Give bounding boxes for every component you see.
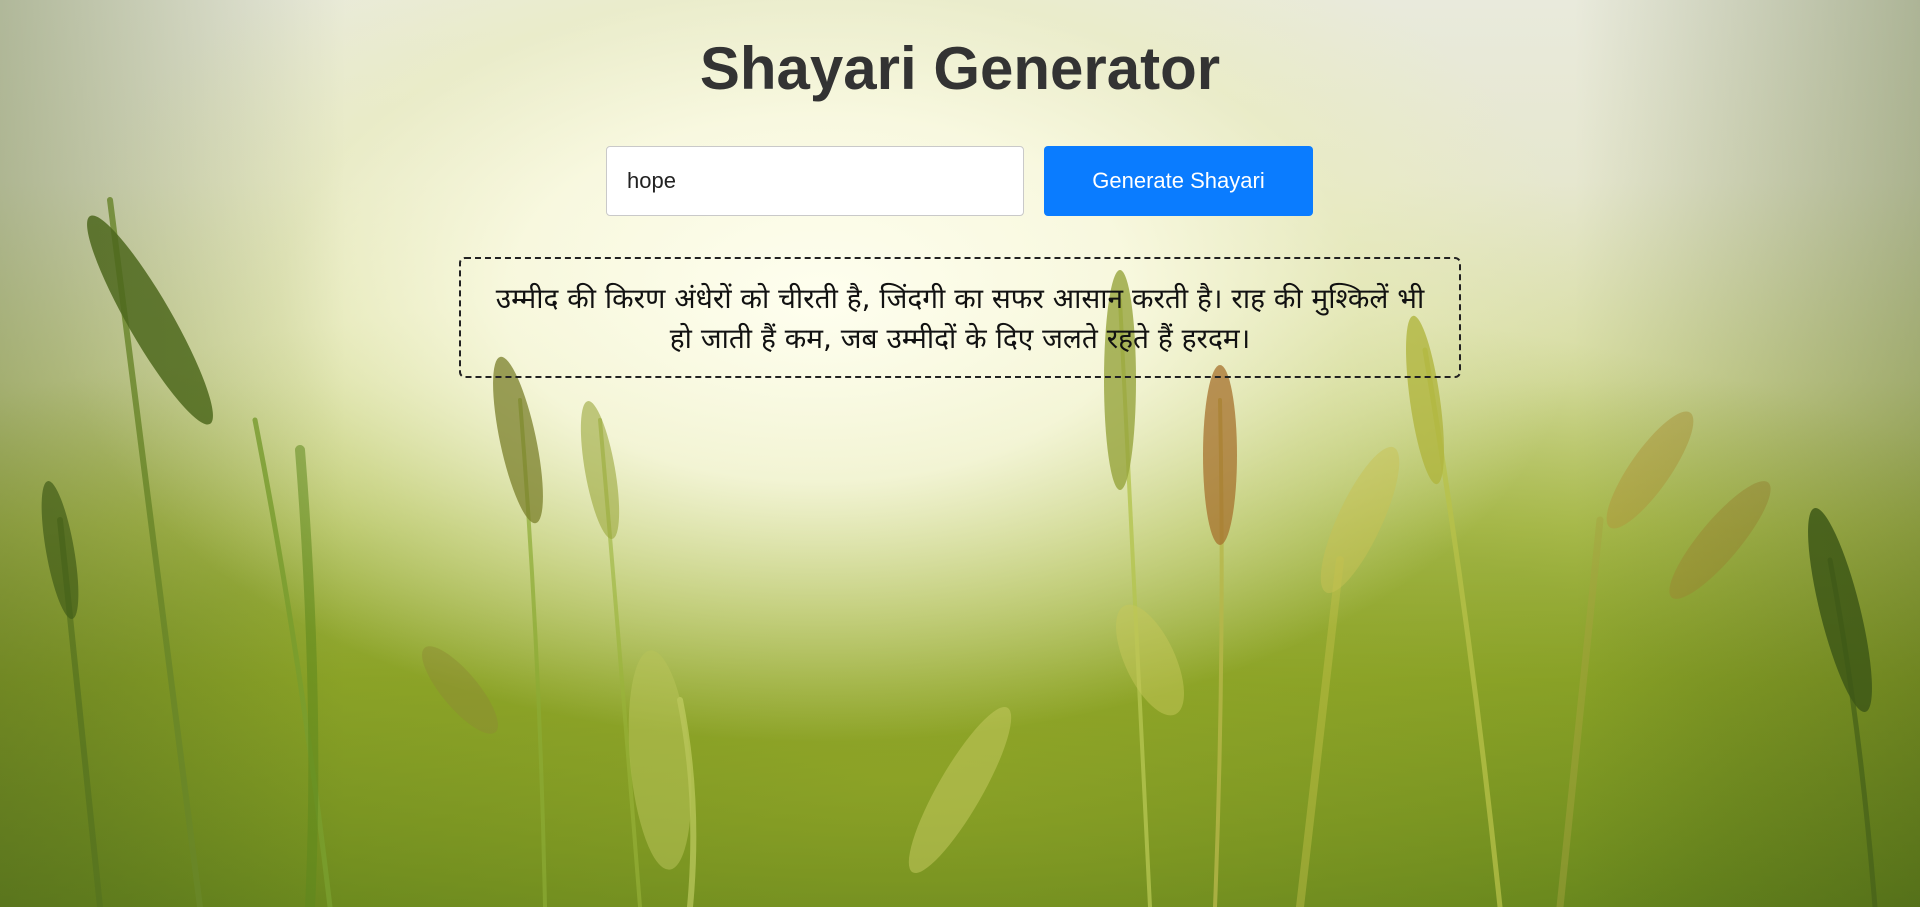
page-title: Shayari Generator [699, 35, 1221, 102]
grass-illustration [41, 197, 1878, 907]
generate-shayari-button[interactable]: Generate Shayari [1044, 146, 1313, 216]
topic-input[interactable] [606, 146, 1024, 216]
shayari-text: उम्मीद की किरण अंधेरों को चीरती है, जिंद… [495, 282, 1425, 355]
shayari-output: उम्मीद की किरण अंधेरों को चीरती है, जिंद… [459, 257, 1461, 378]
background-grass-image [0, 0, 1920, 907]
search-controls: Generate Shayari [606, 146, 1313, 216]
